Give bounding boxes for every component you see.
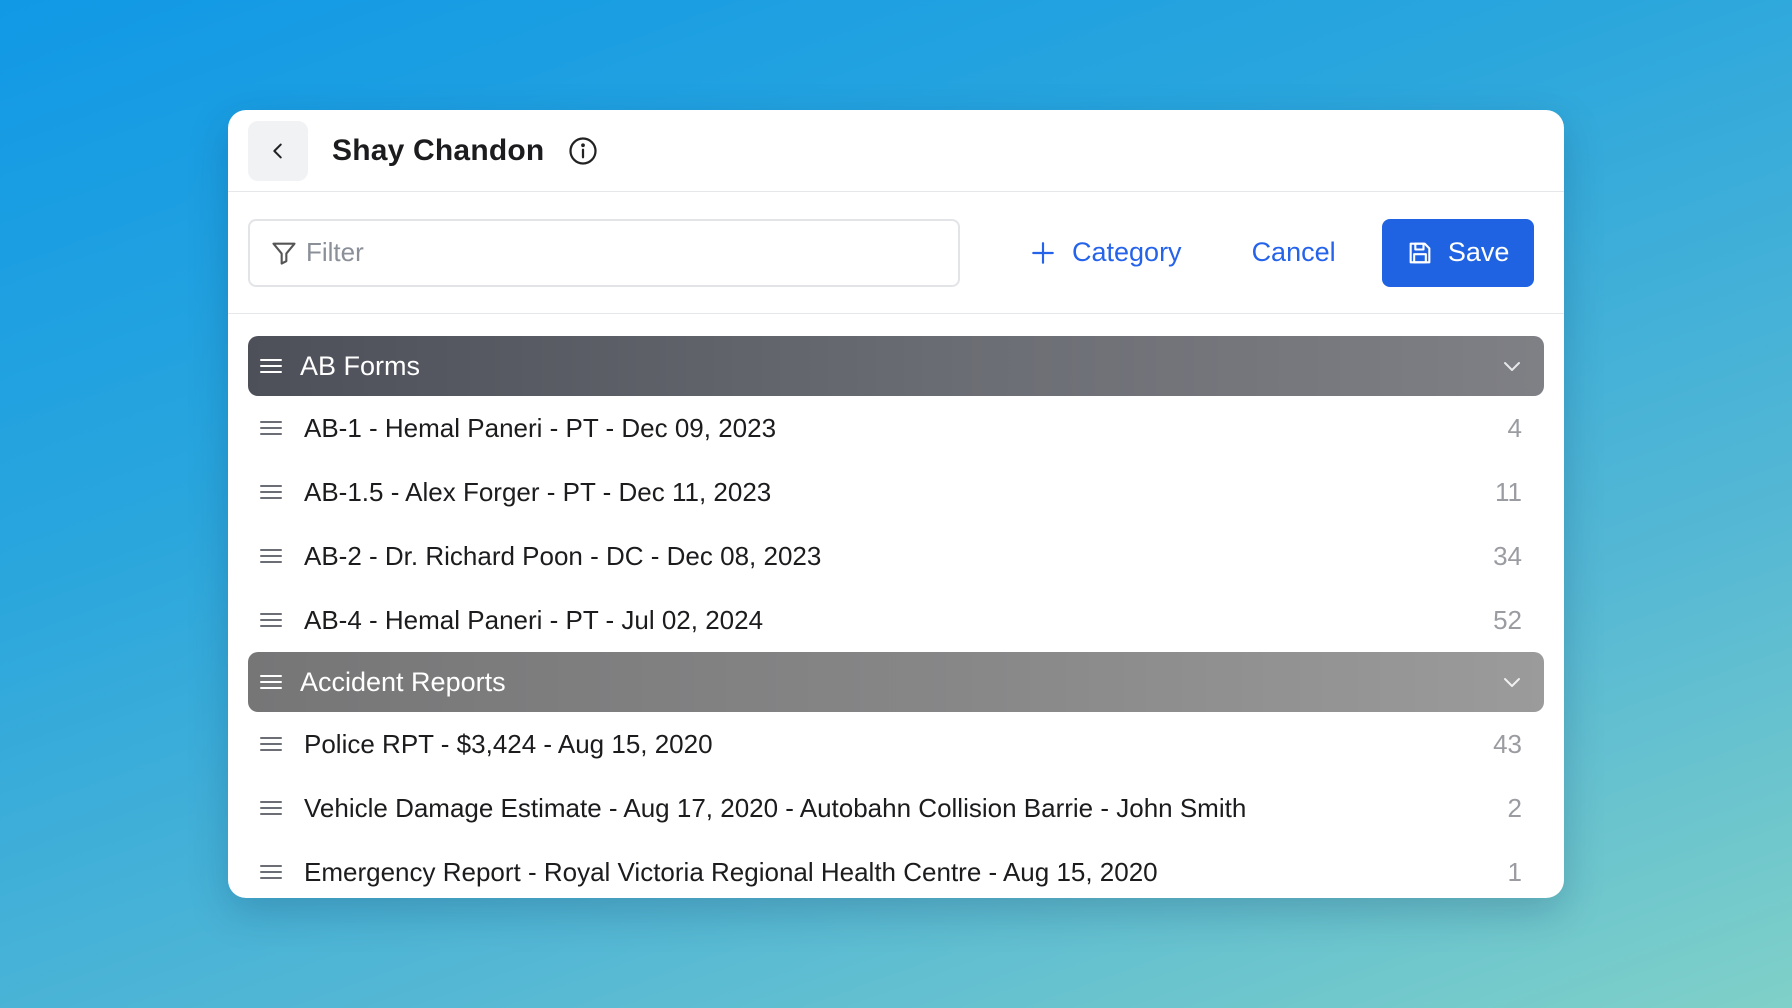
panel-header: Shay Chandon bbox=[228, 110, 1564, 192]
category-list: AB Forms AB-1 - Hemal Paneri - PT - Dec … bbox=[228, 314, 1564, 898]
list-item[interactable]: AB-1 - Hemal Paneri - PT - Dec 09, 2023 … bbox=[248, 396, 1544, 460]
back-button[interactable] bbox=[248, 120, 308, 181]
chevron-down-icon[interactable] bbox=[1500, 670, 1524, 694]
drag-handle-icon[interactable] bbox=[260, 611, 282, 629]
list-item[interactable]: Emergency Report - Royal Victoria Region… bbox=[248, 840, 1544, 898]
item-label: AB-2 - Dr. Richard Poon - DC - Dec 08, 2… bbox=[304, 540, 822, 571]
drag-handle-icon[interactable] bbox=[260, 863, 282, 881]
add-category-button[interactable]: Category bbox=[1030, 237, 1182, 268]
list-item[interactable]: Vehicle Damage Estimate - Aug 17, 2020 -… bbox=[248, 776, 1544, 840]
save-button[interactable]: Save bbox=[1381, 218, 1534, 287]
drag-handle-icon[interactable] bbox=[260, 799, 282, 817]
filter-field[interactable] bbox=[248, 218, 960, 287]
save-icon bbox=[1409, 242, 1431, 263]
page-title: Shay Chandon bbox=[332, 133, 545, 167]
item-label: AB-4 - Hemal Paneri - PT - Jul 02, 2024 bbox=[304, 604, 764, 635]
chevron-down-icon[interactable] bbox=[1500, 354, 1524, 378]
drag-handle-icon[interactable] bbox=[260, 483, 282, 501]
category-label: AB Forms bbox=[300, 350, 421, 381]
drag-handle-icon[interactable] bbox=[260, 419, 282, 437]
info-icon[interactable] bbox=[568, 136, 598, 166]
chevron-left-icon bbox=[273, 143, 282, 158]
list-item[interactable]: AB-2 - Dr. Richard Poon - DC - Dec 08, 2… bbox=[248, 524, 1544, 588]
category-label: Accident Reports bbox=[300, 666, 506, 697]
category-header-accident-reports[interactable]: Accident Reports bbox=[248, 652, 1544, 712]
item-count: 4 bbox=[1507, 412, 1522, 443]
item-label: Police RPT - $3,424 - Aug 15, 2020 bbox=[304, 728, 713, 759]
list-item[interactable]: Police RPT - $3,424 - Aug 15, 2020 43 bbox=[248, 712, 1544, 776]
drag-handle-icon[interactable] bbox=[260, 547, 282, 565]
item-count: 2 bbox=[1507, 792, 1522, 823]
item-count: 1 bbox=[1507, 856, 1522, 887]
item-count: 52 bbox=[1493, 604, 1522, 635]
item-label: Vehicle Damage Estimate - Aug 17, 2020 -… bbox=[304, 792, 1247, 823]
list-item[interactable]: AB-4 - Hemal Paneri - PT - Jul 02, 2024 … bbox=[248, 588, 1544, 652]
item-label: Emergency Report - Royal Victoria Region… bbox=[304, 856, 1158, 887]
document-organizer-panel: Shay Chandon Category Cancel Save AB For… bbox=[228, 110, 1564, 898]
cancel-label: Cancel bbox=[1251, 237, 1336, 267]
filter-input[interactable] bbox=[306, 237, 906, 268]
cancel-button[interactable]: Cancel bbox=[1252, 237, 1336, 268]
item-label: AB-1 - Hemal Paneri - PT - Dec 09, 2023 bbox=[304, 412, 777, 443]
item-count: 11 bbox=[1495, 476, 1522, 507]
add-category-label: Category bbox=[1072, 237, 1182, 267]
toolbar: Category Cancel Save bbox=[228, 192, 1564, 314]
item-count: 43 bbox=[1493, 728, 1522, 759]
save-label: Save bbox=[1447, 237, 1510, 267]
item-label: AB-1.5 - Alex Forger - PT - Dec 11, 2023 bbox=[304, 476, 772, 507]
list-item[interactable]: AB-1.5 - Alex Forger - PT - Dec 11, 2023… bbox=[248, 460, 1544, 524]
category-header-ab-forms[interactable]: AB Forms bbox=[248, 336, 1544, 396]
drag-handle-icon[interactable] bbox=[260, 735, 282, 753]
item-count: 34 bbox=[1493, 540, 1522, 571]
drag-handle-icon[interactable] bbox=[260, 357, 282, 375]
plus-icon bbox=[1032, 241, 1054, 264]
drag-handle-icon[interactable] bbox=[260, 673, 282, 691]
filter-icon bbox=[272, 242, 296, 265]
